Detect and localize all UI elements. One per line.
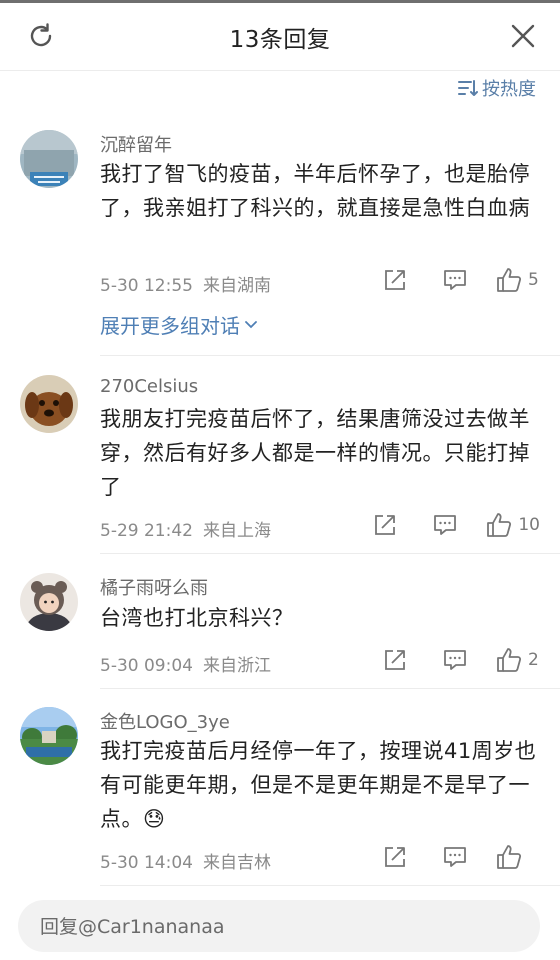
location: 来自吉林 (202, 853, 271, 873)
comment-icon (444, 847, 466, 867)
username[interactable]: 橘子雨呀么雨 (100, 574, 208, 600)
like-button[interactable] (496, 844, 540, 870)
avatar-image (20, 130, 78, 188)
share-icon (385, 270, 405, 290)
avatar-image (20, 375, 78, 433)
like-button[interactable]: 5 (496, 267, 540, 293)
comment-meta: 5-30 09:04 来自浙江 (100, 651, 281, 676)
timestamp: 5-30 12:55 (100, 276, 193, 296)
share-button[interactable] (380, 265, 410, 295)
comment-button[interactable] (440, 265, 470, 295)
comment-text: 我朋友打完疫苗后怀了，结果唐筛没过去做羊穿，然后有好多人都是一样的情况。只能打掉… (100, 407, 530, 499)
comment-actions: 2 (380, 645, 540, 675)
comment-icon (444, 270, 466, 290)
avatar[interactable] (20, 707, 78, 765)
expand-dialog-link[interactable]: 展开更多组对话 (100, 310, 258, 339)
share-icon (385, 847, 405, 867)
divider (100, 355, 560, 356)
username[interactable]: 沉醉留年 (100, 131, 172, 157)
like-button[interactable]: 10 (486, 512, 540, 538)
avatar-image (20, 573, 78, 631)
share-icon (385, 650, 405, 670)
comment-meta: 5-30 12:55 来自湖南 (100, 271, 281, 296)
location: 来自浙江 (202, 656, 271, 676)
share-button[interactable] (380, 645, 410, 675)
location: 来自湖南 (202, 276, 271, 296)
comment-icon (444, 650, 466, 670)
comment-button[interactable] (440, 842, 470, 872)
comment-button[interactable] (440, 645, 470, 675)
comment-meta: 5-30 14:04 来自吉林 (100, 848, 281, 873)
location: 来自上海 (202, 521, 271, 541)
divider (100, 885, 560, 886)
comment-meta: 5-29 21:42 来自上海 (100, 516, 281, 541)
sort-lines-icon (458, 80, 478, 96)
comment-text: 台湾也打北京科兴？ (100, 606, 294, 630)
timestamp: 5-30 14:04 (100, 853, 193, 873)
close-icon (511, 24, 535, 48)
timestamp: 5-29 21:42 (100, 521, 193, 541)
sort-by-heat-button[interactable]: 按热度 (458, 75, 536, 101)
like-button[interactable]: 2 (496, 647, 540, 673)
like-count: 10 (518, 515, 540, 535)
thumbs-up-icon (487, 513, 512, 537)
like-count: 2 (528, 650, 539, 670)
comment-text: 我打了智飞的疫苗，半年后怀孕了，也是胎停了，我亲姐打了科兴的，就直接是急性白血病 (100, 162, 530, 220)
sort-label: 按热度 (482, 79, 536, 100)
avatar[interactable] (20, 375, 78, 433)
chevron-down-icon (245, 320, 257, 328)
close-button[interactable] (506, 19, 540, 53)
comment-text: 我打完疫苗后月经停一年了，按理说41周岁也有可能更年期，但是不是更年期是不是早了… (100, 739, 537, 831)
divider (100, 688, 560, 689)
divider (100, 553, 560, 554)
timestamp: 5-30 09:04 (100, 656, 193, 676)
comment-actions (380, 842, 540, 872)
comment-icon (434, 515, 457, 535)
like-count: 5 (528, 270, 539, 290)
comment-actions: 10 (370, 510, 540, 540)
expand-label: 展开更多组对话 (100, 314, 240, 338)
avatar-image (20, 707, 78, 765)
reply-bar (18, 900, 540, 954)
share-icon (375, 515, 396, 535)
reply-input[interactable] (38, 900, 522, 954)
thumbs-up-icon (497, 648, 522, 672)
header: 13条回复 (0, 3, 560, 71)
username[interactable]: 270Celsius (100, 376, 198, 397)
page-title: 13条回复 (229, 27, 331, 53)
share-button[interactable] (380, 842, 410, 872)
avatar[interactable] (20, 573, 78, 631)
comment-button[interactable] (430, 510, 460, 540)
thumbs-up-icon (497, 268, 522, 292)
thumbs-up-icon (497, 845, 522, 869)
comment-actions: 5 (380, 265, 540, 295)
avatar[interactable] (20, 130, 78, 188)
share-button[interactable] (370, 510, 400, 540)
username[interactable]: 金色LOGO_3ye (100, 708, 230, 734)
